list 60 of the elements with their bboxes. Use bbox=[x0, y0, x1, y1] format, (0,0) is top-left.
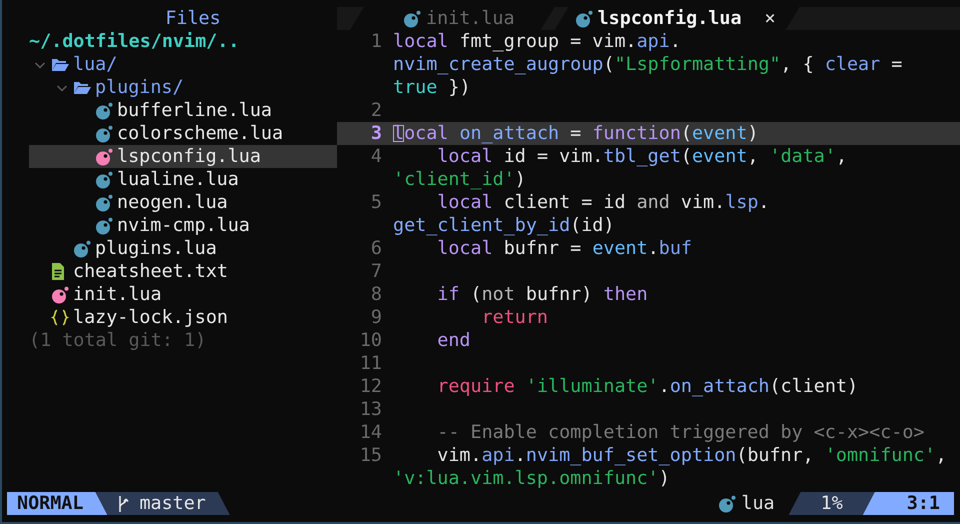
line-number: 11 bbox=[358, 352, 382, 375]
line-number: 5 bbox=[370, 191, 382, 214]
tree-item[interactable]: lua/ bbox=[29, 53, 337, 76]
code-line: if (not bufnr) then bbox=[436, 283, 648, 306]
tree-item[interactable]: lspconfig.lua bbox=[29, 145, 337, 168]
line-number: 4 bbox=[370, 145, 382, 168]
lua-icon bbox=[574, 10, 593, 28]
tree-item[interactable]: colorscheme.lua bbox=[29, 122, 337, 145]
code-line: local bufnr = event.buf bbox=[436, 237, 692, 260]
branch-icon bbox=[117, 494, 130, 512]
line-number: 12 bbox=[358, 375, 382, 398]
code-line: get_client_by_id(id) bbox=[393, 214, 614, 237]
tree-item[interactable]: plugins/ bbox=[29, 76, 337, 99]
close-button[interactable]: × bbox=[764, 8, 776, 29]
code-line: require 'illuminate'.on_attach(client) bbox=[436, 375, 858, 398]
document-icon bbox=[51, 263, 65, 280]
filetype-label: lua bbox=[741, 492, 775, 515]
line-number: 3 bbox=[370, 122, 382, 145]
line-number: 1 bbox=[370, 30, 382, 53]
tree-item[interactable]: lazy-lock.json bbox=[29, 306, 337, 329]
line-number: 9 bbox=[370, 306, 382, 329]
code-line: local id = vim.tbl_get(event, 'data', bbox=[436, 145, 848, 168]
line-number: 15 bbox=[358, 444, 382, 467]
code-line: 'v:lua.vim.lsp.omnifunc') bbox=[393, 467, 670, 490]
lua-icon bbox=[403, 10, 421, 28]
tree-item[interactable]: bufferline.lua bbox=[29, 99, 337, 122]
tree-item[interactable]: cheatsheet.txt bbox=[29, 260, 337, 283]
cursor-position: 3:1 bbox=[862, 492, 954, 515]
code-line: vim.api.nvim_buf_set_option(bufnr, 'omnifunc', bbox=[436, 444, 947, 467]
code-line: true }) bbox=[393, 76, 471, 99]
lua-icon bbox=[718, 494, 736, 512]
line-number: 10 bbox=[358, 329, 382, 352]
root-path: ~/.dotfiles/nvim/.. bbox=[29, 30, 240, 53]
tree-item[interactable]: init.lua bbox=[29, 283, 337, 306]
tree-item[interactable]: nvim-cmp.lua bbox=[29, 214, 337, 237]
code-line: end bbox=[436, 329, 471, 352]
code-line: -- Enable completion triggered by <c-x><c-o> bbox=[436, 421, 924, 444]
line-number: 2 bbox=[370, 99, 382, 122]
code-line: return bbox=[480, 306, 548, 329]
braces-icon bbox=[51, 309, 69, 326]
editor-tab[interactable]: init.lua bbox=[350, 7, 555, 30]
editor-tab[interactable]: lspconfig.lua × bbox=[554, 7, 800, 30]
line-number: 7 bbox=[370, 260, 382, 283]
code-line: local fmt_group = vim.api. bbox=[393, 30, 681, 53]
git-summary: (1 total git: 1) bbox=[29, 329, 206, 352]
panel-title: Files bbox=[164, 7, 222, 30]
code-line: nvim_create_augroup("Lspformatting", { clear = bbox=[393, 53, 902, 76]
tree-item[interactable]: neogen.lua bbox=[29, 191, 337, 214]
mode-indicator: NORMAL bbox=[7, 492, 108, 515]
open-folder-icon bbox=[51, 57, 69, 72]
line-number: 14 bbox=[358, 421, 382, 444]
line-number: 13 bbox=[358, 398, 382, 421]
tree-item[interactable]: plugins.lua bbox=[29, 237, 337, 260]
line-number: 6 bbox=[370, 237, 382, 260]
code-line: 'client_id') bbox=[393, 168, 526, 191]
tree-item[interactable]: lualine.lua bbox=[29, 168, 337, 191]
open-folder-icon bbox=[73, 80, 91, 95]
branch-name: master bbox=[139, 492, 206, 515]
line-number: 8 bbox=[370, 283, 382, 306]
code-line: local client = id and vim.lsp. bbox=[436, 191, 770, 214]
